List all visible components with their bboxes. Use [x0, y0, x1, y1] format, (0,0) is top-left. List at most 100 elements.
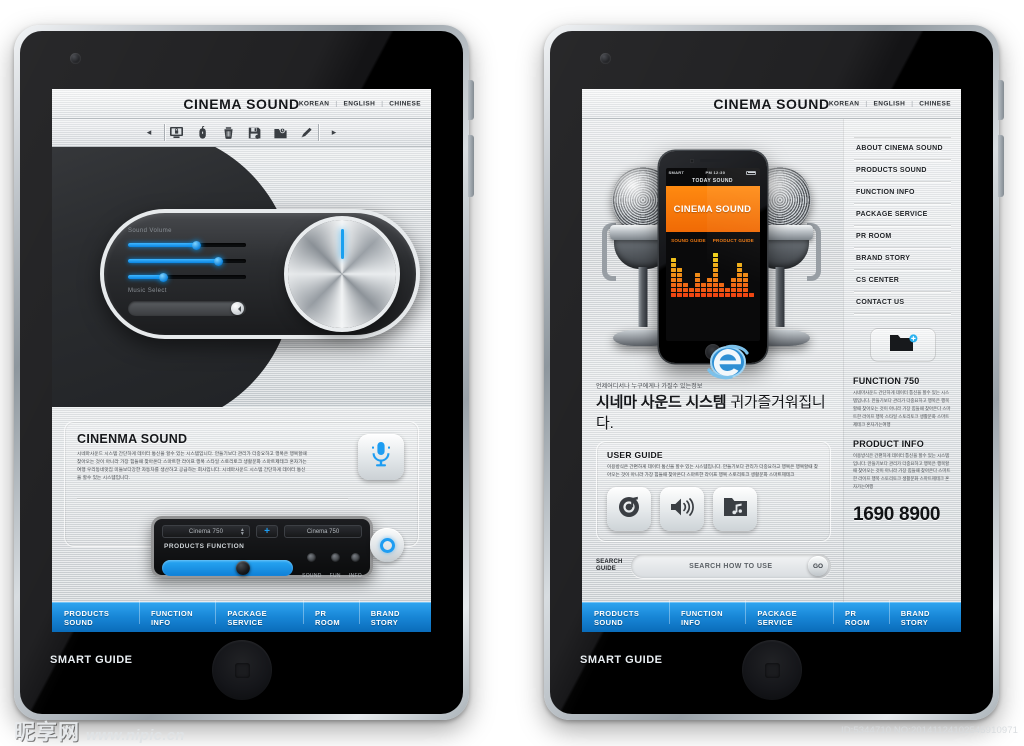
nav-package-service[interactable]: PACKAGE SERVICE	[215, 599, 303, 627]
sidebar-item-pr-room[interactable]: PR ROOM	[854, 226, 951, 248]
sidebar-item-brand-story[interactable]: BRAND STORY	[854, 248, 951, 270]
language-switcher-right[interactable]: KOREAN | ENGLISH | CHINESE	[829, 100, 951, 107]
volume-knob[interactable]	[288, 220, 396, 328]
nav-brand-story[interactable]: BRAND STORY	[358, 599, 431, 627]
phone-banner[interactable]: CINEMA SOUND	[665, 186, 760, 232]
volume-slider-3[interactable]	[128, 272, 246, 282]
product-select[interactable]: Cinema 750 ▲ ▼	[162, 525, 250, 538]
tablet-right-body: CINEMA SOUND KOREAN | ENGLISH | CHINESE	[550, 31, 993, 714]
site-logo-right: CINEMA SOUND	[713, 95, 830, 112]
led-sound[interactable]: SOUND	[302, 553, 322, 582]
folder-clock-icon[interactable]	[273, 126, 288, 140]
sidebar-item-about-cinema-sound[interactable]: ABOUT CINEMA SOUND	[854, 137, 951, 160]
user-guide-title: USER GUIDE	[607, 450, 663, 460]
home-button-right[interactable]	[741, 640, 802, 700]
slider-1-knob[interactable]	[191, 240, 201, 250]
sidebar-item-products-sound[interactable]: PRODUCTS SOUND	[854, 160, 951, 182]
add-product-button[interactable]: +	[256, 525, 278, 538]
equalizer-bar	[683, 283, 688, 297]
equalizer-bar	[707, 278, 712, 297]
led-group: SOUND FUN INFO	[302, 553, 362, 582]
lang-chinese-right[interactable]: CHINESE	[919, 100, 951, 107]
equalizer-cell	[695, 293, 700, 297]
product-readout: Cinema 750	[284, 525, 362, 538]
control-panel-row-bottom: SOUND FUN INFO	[162, 553, 362, 582]
left-info-area: CINENMA SOUND 시네마사운드 시스템 간단하게 데이터 통신을 할수…	[52, 407, 431, 602]
lang-korean[interactable]: KOREAN	[299, 100, 330, 107]
stepper-arrows-icon[interactable]: ▲ ▼	[240, 528, 245, 537]
toolbar-prev-button[interactable]: ◂	[138, 127, 160, 138]
monitor-lock-icon[interactable]	[169, 126, 184, 140]
sidebar-item-cs-center[interactable]: CS CENTER	[854, 270, 951, 292]
trash-icon[interactable]	[221, 126, 236, 140]
side-button-volume-down-right[interactable]	[998, 135, 1004, 197]
products-function-handle[interactable]	[236, 560, 251, 575]
side-button-volume-up[interactable]	[468, 80, 474, 120]
smartphone-mockup: SMART PM 12:30 TODAY SOUND CINEMA SOUND	[658, 151, 767, 363]
toolbar-divider-right	[318, 124, 319, 141]
equalizer-cell	[731, 288, 736, 292]
nav-function-info-right[interactable]: FUNCTION INFO	[668, 599, 745, 627]
language-switcher[interactable]: KOREAN | ENGLISH | CHINESE	[299, 100, 421, 107]
equalizer-cell	[737, 283, 742, 287]
home-button[interactable]	[211, 640, 272, 700]
music-folder-button[interactable]	[713, 487, 757, 532]
phone-screen: SMART PM 12:30 TODAY SOUND CINEMA SOUND	[665, 168, 760, 341]
nav-pr-room-right[interactable]: PR ROOM	[833, 599, 889, 627]
side-button-volume-down[interactable]	[468, 135, 474, 197]
search-input[interactable]: SEARCH HOW TO USE GO	[630, 554, 831, 579]
lang-english-right[interactable]: ENGLISH	[874, 100, 906, 107]
nav-products-sound[interactable]: PRODUCTS SOUND	[52, 609, 139, 627]
lang-english[interactable]: ENGLISH	[344, 100, 376, 107]
music-select-toggle[interactable]	[128, 301, 246, 316]
phone-link-sound-guide[interactable]: SOUND GUIDE	[671, 238, 706, 243]
sidebar-item-contact-us[interactable]: CONTACT US	[854, 292, 951, 314]
phone-camera-icon	[689, 158, 694, 163]
equalizer-cell	[695, 283, 700, 287]
nav-products-sound-right[interactable]: PRODUCTS SOUND	[582, 609, 669, 627]
lang-separator-2-right: |	[911, 100, 914, 107]
nav-pr-room[interactable]: PR ROOM	[303, 599, 359, 627]
sidebar-item-package-service[interactable]: PACKAGE SERVICE	[854, 204, 951, 226]
volume-slider-2[interactable]	[128, 256, 246, 266]
slider-2-knob[interactable]	[214, 256, 224, 266]
equalizer-cell	[671, 263, 676, 267]
tablet-left-body: CINEMA SOUND KOREAN | ENGLISH | CHINESE …	[20, 31, 463, 714]
equalizer-cell	[713, 293, 718, 297]
toolbar-next-button[interactable]: ▸	[323, 127, 345, 138]
lang-chinese[interactable]: CHINESE	[389, 100, 421, 107]
mic-stem-left	[638, 267, 648, 327]
sidebar-item-function-info[interactable]: FUNCTION INFO	[854, 182, 951, 204]
equalizer-bar	[749, 293, 754, 297]
record-ring-button[interactable]	[370, 528, 404, 562]
products-function-slider[interactable]	[162, 559, 294, 576]
control-panel-row-top: Cinema 750 ▲ ▼ + Cinema 750	[162, 525, 362, 538]
folder-add-button[interactable]	[869, 328, 936, 362]
led-fun[interactable]: FUN	[330, 553, 341, 582]
nav-brand-story-right[interactable]: BRAND STORY	[888, 599, 961, 627]
sidebar-menu: ABOUT CINEMA SOUND PRODUCTS SOUND FUNCTI…	[844, 137, 961, 314]
music-note-circle-button[interactable]	[607, 487, 651, 532]
equalizer-cell	[689, 288, 694, 292]
search-go-button[interactable]: GO	[808, 556, 828, 577]
pencil-eraser-icon[interactable]	[299, 126, 314, 140]
lang-korean-right[interactable]: KOREAN	[829, 100, 860, 107]
equalizer-cell	[743, 288, 748, 292]
equalizer-cell	[713, 253, 718, 257]
equalizer-cell	[749, 293, 754, 297]
slider-3-knob[interactable]	[158, 272, 168, 282]
sound-volume-label: Sound Volume	[128, 228, 172, 234]
microphone-button[interactable]	[358, 434, 404, 480]
phone-link-product-guide[interactable]: PRODUCT GUIDE	[713, 238, 754, 243]
led-info[interactable]: INFO	[349, 553, 362, 582]
nav-package-service-right[interactable]: PACKAGE SERVICE	[745, 599, 833, 627]
screenshot-stage: CINEMA SOUND KOREAN | ENGLISH | CHINESE …	[0, 0, 1024, 746]
equalizer-cell	[713, 288, 718, 292]
side-button-volume-up-right[interactable]	[998, 80, 1004, 120]
mouse-icon[interactable]	[195, 125, 210, 140]
speaker-volume-button[interactable]	[660, 487, 704, 532]
music-select-handle[interactable]	[231, 302, 244, 315]
nav-function-info[interactable]: FUNCTION INFO	[138, 599, 215, 627]
volume-slider-1[interactable]	[128, 240, 246, 250]
floppy-save-icon[interactable]	[247, 126, 262, 140]
